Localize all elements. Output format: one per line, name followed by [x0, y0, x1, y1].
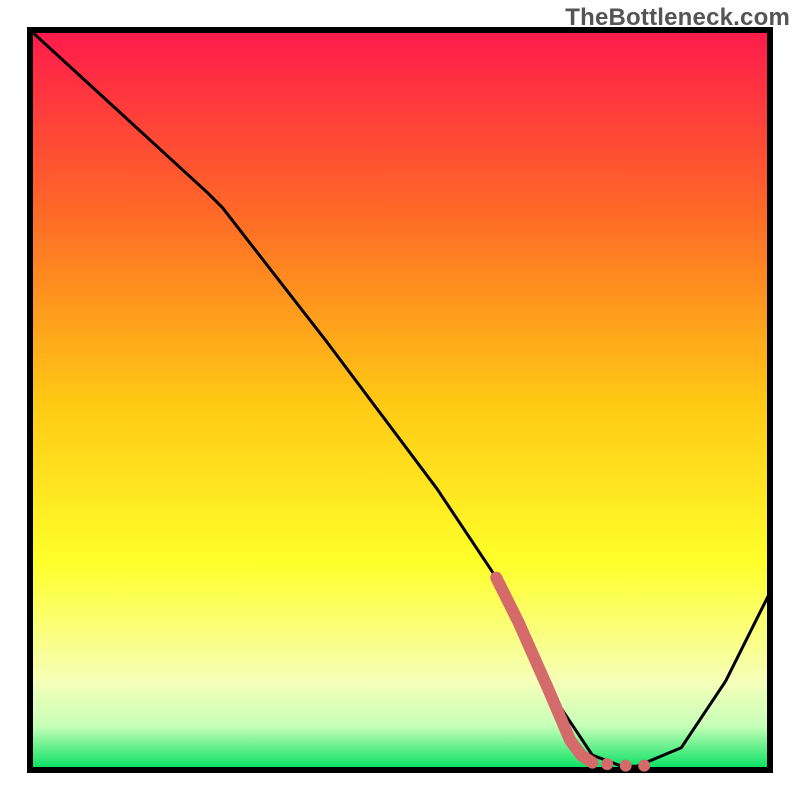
plot-background: [30, 30, 770, 770]
highlight-dot: [638, 760, 650, 772]
highlight-dots: [601, 758, 650, 772]
highlight-dot: [601, 758, 613, 770]
chart-svg: [0, 0, 800, 800]
watermark-text: TheBottleneck.com: [565, 4, 790, 32]
chart-container: TheBottleneck.com: [0, 0, 800, 800]
highlight-dot: [620, 760, 632, 772]
